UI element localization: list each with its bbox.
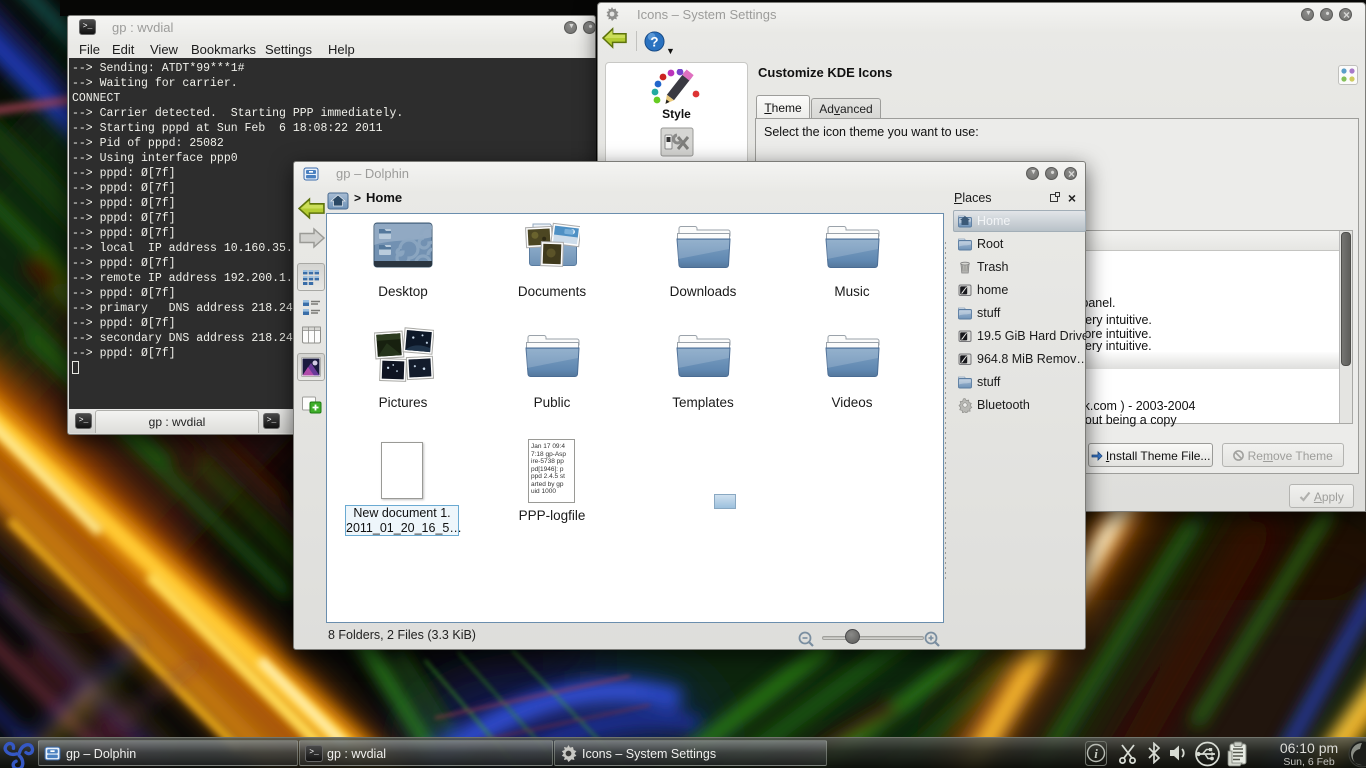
svg-text:i: i xyxy=(1094,746,1098,761)
svg-text:?: ? xyxy=(650,34,658,49)
